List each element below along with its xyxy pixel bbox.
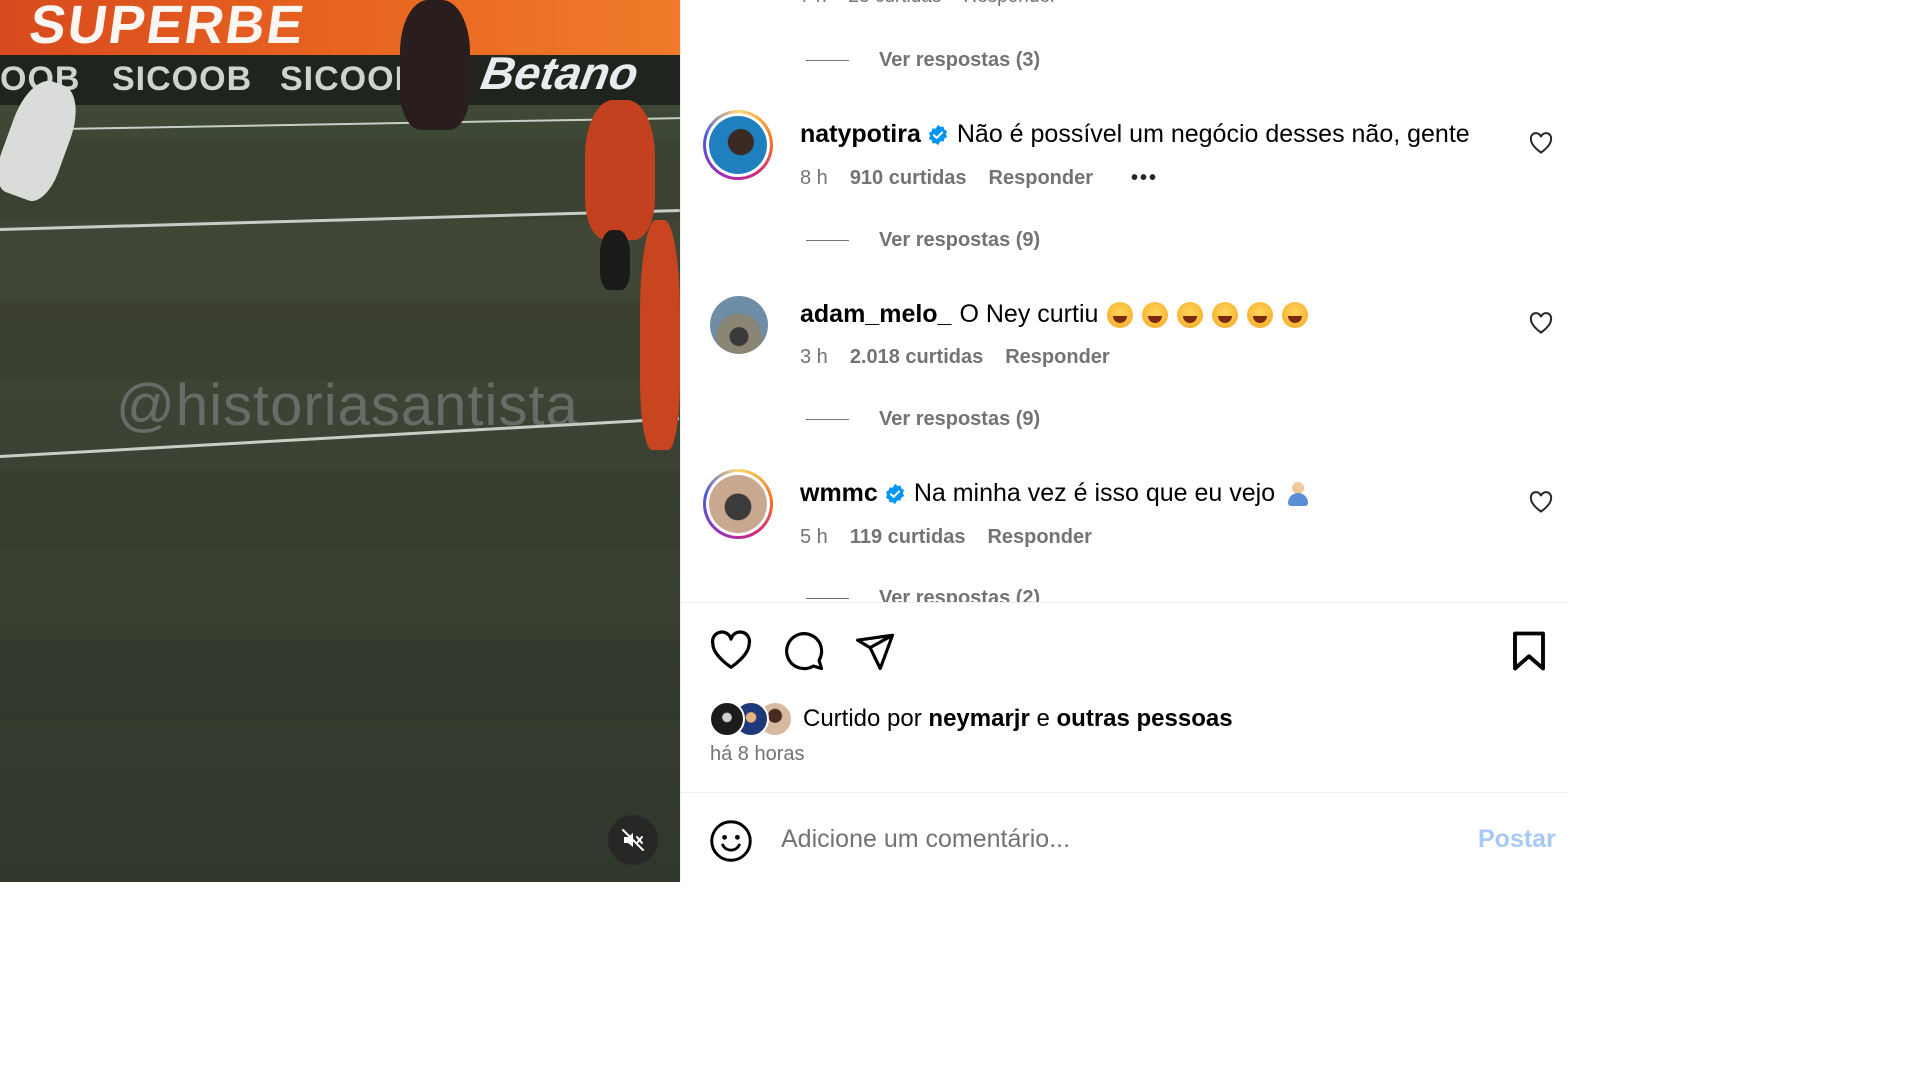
comment-likes[interactable]: 119 curtidas	[850, 526, 966, 549]
reply-button[interactable]: Responder	[989, 167, 1093, 190]
pitch-line	[59, 117, 680, 130]
laughing-face-emoji-icon	[1177, 301, 1204, 328]
view-replies-button[interactable]: Ver respostas (3)	[806, 49, 1040, 72]
replies-dash	[806, 598, 849, 599]
reply-button[interactable]: Responder	[1005, 346, 1109, 369]
comment-likes[interactable]: 2.018 curtidas	[850, 346, 983, 369]
like-comment-heart-icon[interactable]	[1529, 491, 1553, 513]
player-shorts	[600, 230, 630, 290]
liked-by-joiner: e	[1036, 705, 1050, 732]
view-replies-label: Ver respostas (9)	[879, 408, 1041, 430]
comment-time: 3 h	[800, 346, 828, 368]
liked-by-prefix: Curtido por	[803, 705, 922, 732]
pitch-stripe	[0, 640, 680, 720]
reply-button[interactable]: Responder	[987, 526, 1091, 549]
like-comment-heart-icon[interactable]	[1529, 312, 1553, 334]
comment-username[interactable]: wmmc	[800, 479, 878, 508]
comment-username[interactable]: natypotira	[800, 120, 921, 149]
ad-board-text: SUPERBE	[25, 0, 310, 55]
emoji-smiley-icon[interactable]	[709, 819, 753, 863]
liked-by-others[interactable]: outras pessoas	[1057, 705, 1233, 732]
verified-badge-icon	[884, 483, 906, 505]
liked-by-username[interactable]: neymarjr	[928, 705, 1029, 732]
comment-text: O Ney curtiu	[959, 300, 1099, 328]
laughing-face-emoji-icon	[1107, 301, 1134, 328]
comment-bubble-icon[interactable]	[782, 630, 826, 672]
post-timestamp[interactable]: há 8 horas	[710, 743, 805, 766]
replies-dash	[806, 60, 849, 61]
laughing-face-emoji-icon	[1247, 301, 1274, 328]
comment-item: adam_melo_ O Ney curtiu 3 h 2.018 curtid…	[681, 290, 1568, 410]
post-actions-bar	[681, 603, 1568, 698]
comment-text: Não é possível um negócio desses não, ge…	[956, 120, 1470, 148]
reply-button[interactable]: Responder	[963, 0, 1056, 8]
player-red	[640, 220, 680, 450]
add-comment-bar: Postar	[681, 793, 1568, 882]
like-heart-icon[interactable]	[709, 630, 753, 670]
comment-item: wmmc Na minha vez é isso que eu vejo 5 h…	[681, 469, 1568, 589]
avatar[interactable]	[710, 296, 768, 354]
person-emoji-icon	[1287, 481, 1309, 506]
comment-time: 7 h	[800, 0, 826, 8]
comment-username[interactable]: adam_melo_	[800, 300, 951, 329]
laughing-face-emoji-icon	[1142, 301, 1169, 328]
comments-list[interactable]: 7 h 23 curtidas Responder Ver respostas …	[681, 0, 1568, 602]
view-replies-label: Ver respostas (2)	[879, 587, 1041, 602]
view-replies-button[interactable]: Ver respostas (2)	[806, 587, 1040, 602]
comment-input[interactable]	[781, 817, 1421, 861]
view-replies-label: Ver respostas (9)	[879, 229, 1041, 251]
watermark-text: @historiasantista	[116, 373, 579, 438]
pitch-stripe	[0, 470, 680, 550]
post-media-video[interactable]: SUPERBE OOB SICOOB SICOOB Betano @histor…	[0, 0, 680, 882]
more-options-button[interactable]: •••	[1131, 167, 1158, 190]
mute-button[interactable]	[608, 815, 658, 865]
comment-meta: 7 h 23 curtidas Responder	[800, 0, 1056, 8]
replies-dash	[806, 419, 849, 420]
share-send-icon[interactable]	[853, 630, 897, 672]
avatar[interactable]	[703, 110, 773, 180]
sponsor-text: SICOOB	[112, 60, 253, 98]
view-replies-button[interactable]: Ver respostas (9)	[806, 229, 1040, 252]
bookmark-save-icon[interactable]	[1510, 630, 1548, 672]
post-comment-button[interactable]: Postar	[1478, 825, 1556, 854]
avatar[interactable]	[703, 469, 773, 539]
speaker-muted-icon	[622, 829, 644, 851]
view-replies-button[interactable]: Ver respostas (9)	[806, 408, 1040, 431]
laughing-face-emoji-icon	[1282, 301, 1309, 328]
pitch-stripe	[0, 140, 680, 220]
liked-by-row: Curtido por neymarjr e outras pessoas	[709, 700, 1233, 738]
comment-time: 8 h	[800, 167, 828, 189]
comment-time: 5 h	[800, 526, 828, 548]
like-comment-heart-icon[interactable]	[1529, 132, 1553, 154]
verified-badge-icon	[927, 124, 949, 146]
liker-avatar[interactable]	[709, 701, 745, 737]
comment-item: natypotira Não é possível um negócio des…	[681, 110, 1568, 230]
comment-likes[interactable]: 23 curtidas	[848, 0, 941, 8]
liked-by-text: Curtido por neymarjr e outras pessoas	[803, 705, 1233, 733]
post-side-panel: 7 h 23 curtidas Responder Ver respostas …	[680, 0, 1568, 882]
comment-likes[interactable]: 910 curtidas	[850, 167, 967, 190]
comment-text: Na minha vez é isso que eu vejo	[913, 479, 1276, 507]
player-dark	[400, 0, 470, 130]
sponsor-brand-text: Betano	[477, 47, 643, 99]
view-replies-label: Ver respostas (3)	[879, 49, 1041, 71]
replies-dash	[806, 240, 849, 241]
laughing-face-emoji-icon	[1212, 301, 1239, 328]
pitch-stripe	[0, 300, 680, 380]
player-red	[585, 100, 655, 240]
